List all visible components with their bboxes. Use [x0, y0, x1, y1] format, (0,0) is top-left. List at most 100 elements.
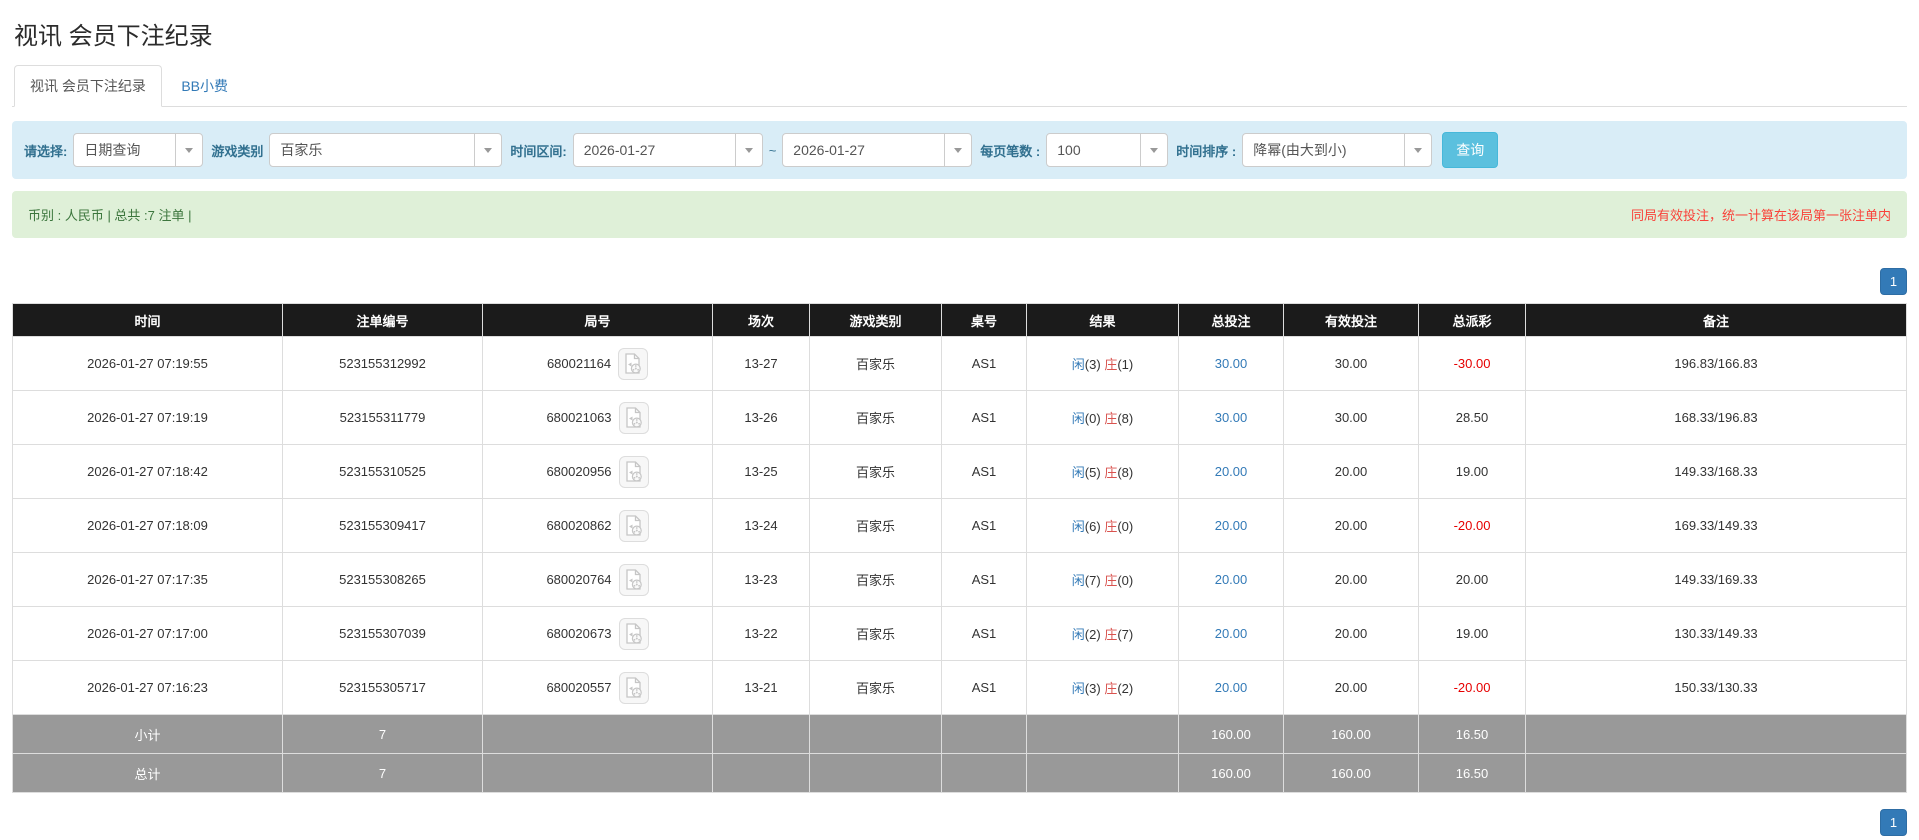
video-file-icon [625, 352, 641, 374]
cell-remark: 130.33/149.33 [1525, 606, 1907, 661]
page-size-value: 100 [1057, 142, 1081, 158]
total-bet-link[interactable]: 20.00 [1215, 572, 1248, 587]
cell-valid-bet: 30.00 [1283, 336, 1419, 391]
player-label: 闲 [1071, 465, 1085, 480]
cell-total-bet: 20.00 [1178, 660, 1284, 715]
select-type-label: 请选择: [24, 143, 68, 159]
search-button[interactable]: 查询 [1442, 132, 1499, 168]
table-header-row: 时间 注单编号 局号 场次 游戏类别 桌号 结果 总投注 有效投注 总派彩 备注 [12, 303, 1907, 337]
page-size-select[interactable]: 100 [1046, 133, 1169, 167]
total-bet-link[interactable]: 20.00 [1215, 464, 1248, 479]
query-type-value: 日期查询 [84, 142, 141, 158]
grand-total-total-bet: 160.00 [1178, 753, 1284, 793]
cell-time: 2026-01-27 07:18:09 [12, 498, 283, 553]
cell-valid-bet: 20.00 [1283, 498, 1419, 553]
banker-score: (0) [1117, 573, 1134, 588]
subtotal-label: 小计 [12, 714, 283, 754]
cell-round-no: 680020956 [482, 444, 713, 499]
cell-remark: 150.33/130.33 [1525, 660, 1907, 715]
table-row: 2026-01-27 07:19:19 523155311779 6800210… [12, 390, 1907, 445]
payout-value: 20.00 [1455, 572, 1489, 587]
total-bet-link[interactable]: 30.00 [1215, 410, 1248, 425]
banker-label: 庄 [1104, 573, 1118, 588]
video-file-icon [625, 460, 642, 482]
payout-value: -20.00 [1453, 518, 1491, 533]
player-score: (3) [1084, 681, 1101, 696]
date-to-select[interactable]: 2026-01-27 [782, 133, 973, 167]
cell-bet-no: 523155311779 [282, 390, 483, 445]
player-label: 闲 [1071, 573, 1085, 588]
total-bet-link[interactable]: 30.00 [1215, 356, 1248, 371]
grand-total-valid-bet: 160.00 [1283, 753, 1419, 793]
col-round-no: 局号 [482, 303, 713, 337]
subtotal-valid-bet: 160.00 [1283, 714, 1419, 754]
total-bet-link[interactable]: 20.00 [1215, 518, 1248, 533]
video-button[interactable] [618, 347, 649, 380]
cell-round-no: 680021063 [482, 390, 713, 445]
cell-session: 13-22 [712, 606, 810, 661]
filter-bar: 请选择: 日期查询 游戏类别 百家乐 时间区间: 2026-01-27 ~ 20… [12, 121, 1907, 179]
video-button[interactable] [618, 563, 649, 596]
page-1-button[interactable]: 1 [1880, 268, 1907, 295]
tab-bb-tip[interactable]: BB小费 [166, 66, 243, 106]
cell-valid-bet: 20.00 [1283, 552, 1419, 607]
cell-game-type: 百家乐 [809, 498, 942, 553]
total-bet-link[interactable]: 20.00 [1215, 626, 1248, 641]
cell-valid-bet: 30.00 [1283, 390, 1419, 445]
banker-label: 庄 [1104, 411, 1118, 426]
cell-session: 13-25 [712, 444, 810, 499]
time-sort-label: 时间排序 : [1176, 143, 1237, 159]
cell-total-bet: 20.00 [1178, 552, 1284, 607]
round-no-text: 680020862 [546, 518, 612, 533]
cell-table-no: AS1 [941, 498, 1027, 553]
cell-table-no: AS1 [941, 552, 1027, 607]
banker-score: (2) [1117, 681, 1134, 696]
grand-total-count: 7 [282, 753, 483, 793]
player-score: (2) [1084, 627, 1101, 642]
cell-result: 闲(5) 庄(8) [1026, 444, 1179, 499]
table-row: 2026-01-27 07:17:00 523155307039 6800206… [12, 606, 1907, 661]
betting-records-table: 时间 注单编号 局号 场次 游戏类别 桌号 结果 总投注 有效投注 总派彩 备注… [12, 303, 1907, 793]
cell-game-type: 百家乐 [809, 336, 942, 391]
cell-remark: 149.33/168.33 [1525, 444, 1907, 499]
time-sort-select[interactable]: 降幂(由大到小) [1242, 133, 1433, 167]
cell-result: 闲(6) 庄(0) [1026, 498, 1179, 553]
chevron-down-icon [474, 134, 501, 166]
cell-payout: 19.00 [1418, 606, 1526, 661]
tab-betting-records[interactable]: 视讯 会员下注纪录 [14, 65, 162, 107]
cell-session: 13-27 [712, 336, 810, 391]
table-row: 2026-01-27 07:19:55 523155312992 6800211… [12, 336, 1907, 391]
player-score: (6) [1084, 519, 1101, 534]
player-score: (0) [1084, 411, 1101, 426]
round-no-text: 680020557 [546, 680, 612, 695]
video-button[interactable] [618, 509, 649, 542]
date-from-select[interactable]: 2026-01-27 [572, 133, 763, 167]
cell-game-type: 百家乐 [809, 660, 942, 715]
video-button[interactable] [618, 617, 649, 650]
video-file-icon [625, 676, 642, 698]
chevron-down-icon [734, 134, 762, 166]
banker-score: (8) [1117, 465, 1134, 480]
video-button[interactable] [618, 671, 649, 704]
cell-time: 2026-01-27 07:16:23 [12, 660, 283, 715]
cell-remark: 196.83/166.83 [1525, 336, 1907, 391]
page-1-button[interactable]: 1 [1880, 809, 1907, 836]
query-type-select[interactable]: 日期查询 [73, 133, 204, 167]
cell-table-no: AS1 [941, 390, 1027, 445]
video-button[interactable] [618, 401, 649, 434]
video-button[interactable] [618, 455, 649, 488]
round-no-text: 680021063 [546, 410, 612, 425]
player-score: (3) [1084, 357, 1101, 372]
chevron-down-icon [175, 134, 202, 166]
col-result: 结果 [1026, 303, 1179, 337]
date-from-value: 2026-01-27 [583, 142, 656, 158]
cell-payout: -30.00 [1418, 336, 1526, 391]
cell-round-no: 680020673 [482, 606, 713, 661]
game-type-select[interactable]: 百家乐 [269, 133, 503, 167]
cell-payout: -20.00 [1418, 498, 1526, 553]
page-title: 视讯 会员下注纪录 [14, 23, 213, 50]
cell-total-bet: 30.00 [1178, 390, 1284, 445]
cell-valid-bet: 20.00 [1283, 660, 1419, 715]
video-file-icon [625, 406, 642, 428]
total-bet-link[interactable]: 20.00 [1215, 680, 1248, 695]
